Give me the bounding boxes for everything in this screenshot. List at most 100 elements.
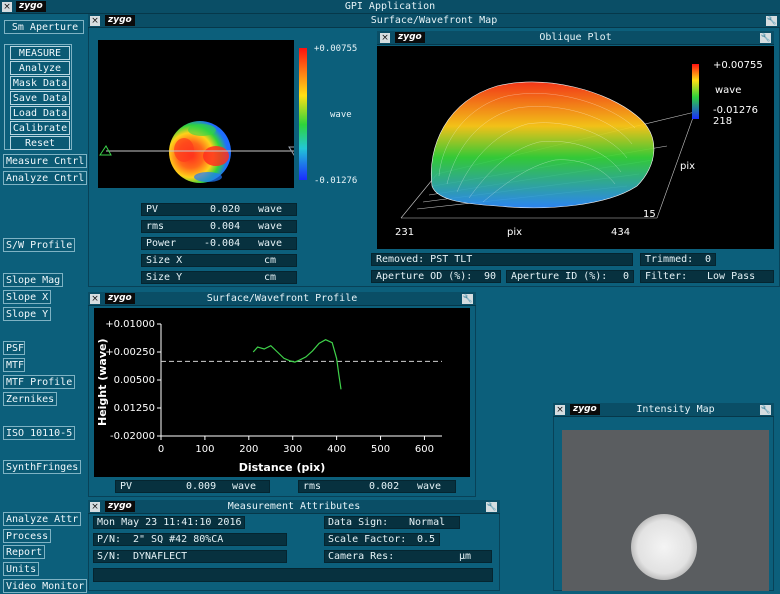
save-data-button[interactable]: Save Data [10,91,70,105]
units-button[interactable]: Units [3,562,39,576]
surface-map-view[interactable] [98,40,301,188]
slope-x-button[interactable]: Slope X [3,290,51,304]
scale-factor-label: Scale Factor: [328,534,407,545]
stat-power-value: -0.004 [204,238,241,249]
analyze-cntrl-button[interactable]: Analyze Cntrl [3,171,87,185]
oblique-plot-view[interactable]: +0.00755 wave -0.01276 218 pix 15 231 pi… [377,46,774,249]
app-titlebar: × zygo GPI Application [0,0,780,14]
video-monitor-button[interactable]: Video Monitor [3,579,87,593]
oblique-y-top: 218 [713,116,732,127]
filter-field: Filter: Low Pass [640,270,774,283]
oblique-scale-max: +0.00755 [713,60,763,71]
profile-pv-field: PV 0.009 wave [115,480,270,493]
trimmed-label: Trimmed: [645,254,694,265]
intensity-image[interactable] [562,430,769,591]
pn-value: 2" SQ #42 80%CA [133,534,224,545]
profile-x-tick-label: 300 [283,444,302,455]
oblique-surface [430,81,655,209]
oblique-x-left: 231 [395,227,414,238]
aperture-id-label: Aperture ID (%): [511,271,608,282]
intensity-spot [631,514,697,580]
map-scale-min: -0.01276 [314,176,358,186]
profile-x-tick-label: 400 [327,444,346,455]
report-button[interactable]: Report [3,545,45,559]
mask-data-button[interactable]: Mask Data [10,76,70,90]
aperture-od-label: Aperture OD (%): [376,271,473,282]
profile-x-tick-label: 500 [371,444,390,455]
calibrate-button[interactable]: Calibrate [10,121,70,135]
profile-rms-value: 0.002 [369,481,400,492]
camera-res-unit: µm [459,551,472,562]
stat-size-x-label: Size X [146,255,183,266]
stat-pv-label: PV [146,204,159,215]
stat-rms: rms 0.004 wave [141,220,297,233]
profile-pv-unit: wave [232,481,257,492]
profile-chart-area[interactable]: Height (wave) Distance (pix) 0 100 200 300 4… [94,308,470,477]
data-sign-field[interactable]: Data Sign: Normal [324,516,460,529]
date-field: Mon May 23 11:41:10 2016 [93,516,245,529]
analyze-button[interactable]: Analyze [10,61,70,75]
aperture-od-value: 90 [484,271,497,282]
wrench-icon[interactable]: 🔧 [462,294,473,304]
trimmed-value: 0 [705,254,712,265]
oblique-x-axis-label: pix [507,227,522,238]
aperture-id-field: Aperture ID (%): 0 [506,270,634,283]
filter-label: Filter: [645,271,688,282]
oblique-scale-unit: wave [715,85,741,96]
measure-cntrl-button[interactable]: Measure Cntrl [3,154,87,168]
oblique-scale-min: -0.01276 [713,105,758,116]
aperture-od-field: Aperture OD (%): 90 [371,270,501,283]
load-data-button[interactable]: Load Data [10,106,70,120]
sn-field[interactable]: S/N: DYNAFLECT [93,550,287,563]
stat-pv: PV 0.020 wave [141,203,297,216]
profile-rms-field: rms 0.002 wave [298,480,456,493]
wrench-icon[interactable]: 🔧 [766,16,777,26]
psf-button[interactable]: PSF [3,341,25,355]
map-scale-unit: wave [330,110,352,120]
wrench-icon[interactable]: 🔧 [760,33,771,43]
sn-value: DYNAFLECT [133,551,188,562]
stat-size-y: Size Y cm [141,271,297,284]
map-color-scale [299,48,307,180]
stat-size-y-label: Size Y [146,272,183,283]
profile-rms-label: rms [303,481,322,492]
oblique-titlebar: × zygo Oblique Plot 🔧 [377,31,774,45]
stat-size-y-unit: cm [264,272,277,283]
data-sign-value: Normal [409,517,446,528]
iso-10110-button[interactable]: ISO 10110-5 [3,426,75,440]
profile-y-tick-label: -0.02000 [110,431,155,442]
sw-profile-button[interactable]: S/W Profile [3,238,75,252]
stat-pv-value: 0.020 [210,204,241,215]
pn-field[interactable]: P/N: 2" SQ #42 80%CA [93,533,287,546]
stat-rms-label: rms [146,221,165,232]
mtf-profile-button[interactable]: MTF Profile [3,375,75,389]
process-button[interactable]: Process [3,529,51,543]
oblique-y-axis-label: pix [680,161,695,172]
sm-aperture-button[interactable]: Sm Aperture [4,20,84,34]
oblique-color-scale-bar [692,64,699,119]
intensity-titlebar: × zygo Intensity Map 🔧 [553,403,774,417]
removed-text: Removed: PST TLT [376,254,473,265]
wrench-icon[interactable]: 🔧 [760,405,771,415]
sn-label: S/N: [97,551,122,562]
mtf-button[interactable]: MTF [3,358,25,372]
analyze-attr-button[interactable]: Analyze Attr [3,512,81,526]
stat-size-x-unit: cm [264,255,277,266]
trimmed-field: Trimmed: 0 [640,253,716,266]
wrench-icon[interactable]: 🔧 [486,502,497,512]
notes-field[interactable] [93,568,493,582]
scale-factor-field[interactable]: Scale Factor: 0.5 [324,533,440,546]
aperture-id-value: 0 [623,271,630,282]
slope-mag-button[interactable]: Slope Mag [3,273,63,287]
synth-fringes-button[interactable]: SynthFringes [3,460,81,474]
slope-y-button[interactable]: Slope Y [3,307,51,321]
reset-button[interactable]: Reset [10,136,70,150]
profile-x-tick-label: 600 [415,444,434,455]
measure-button[interactable]: MEASURE [10,46,70,60]
oblique-title: Oblique Plot [539,32,612,43]
profile-pv-value: 0.009 [186,481,217,492]
stat-power: Power -0.004 wave [141,237,297,250]
zernikes-button[interactable]: Zernikes [3,392,57,406]
profile-x-tick-label: 200 [239,444,258,455]
stat-power-label: Power [146,238,177,249]
